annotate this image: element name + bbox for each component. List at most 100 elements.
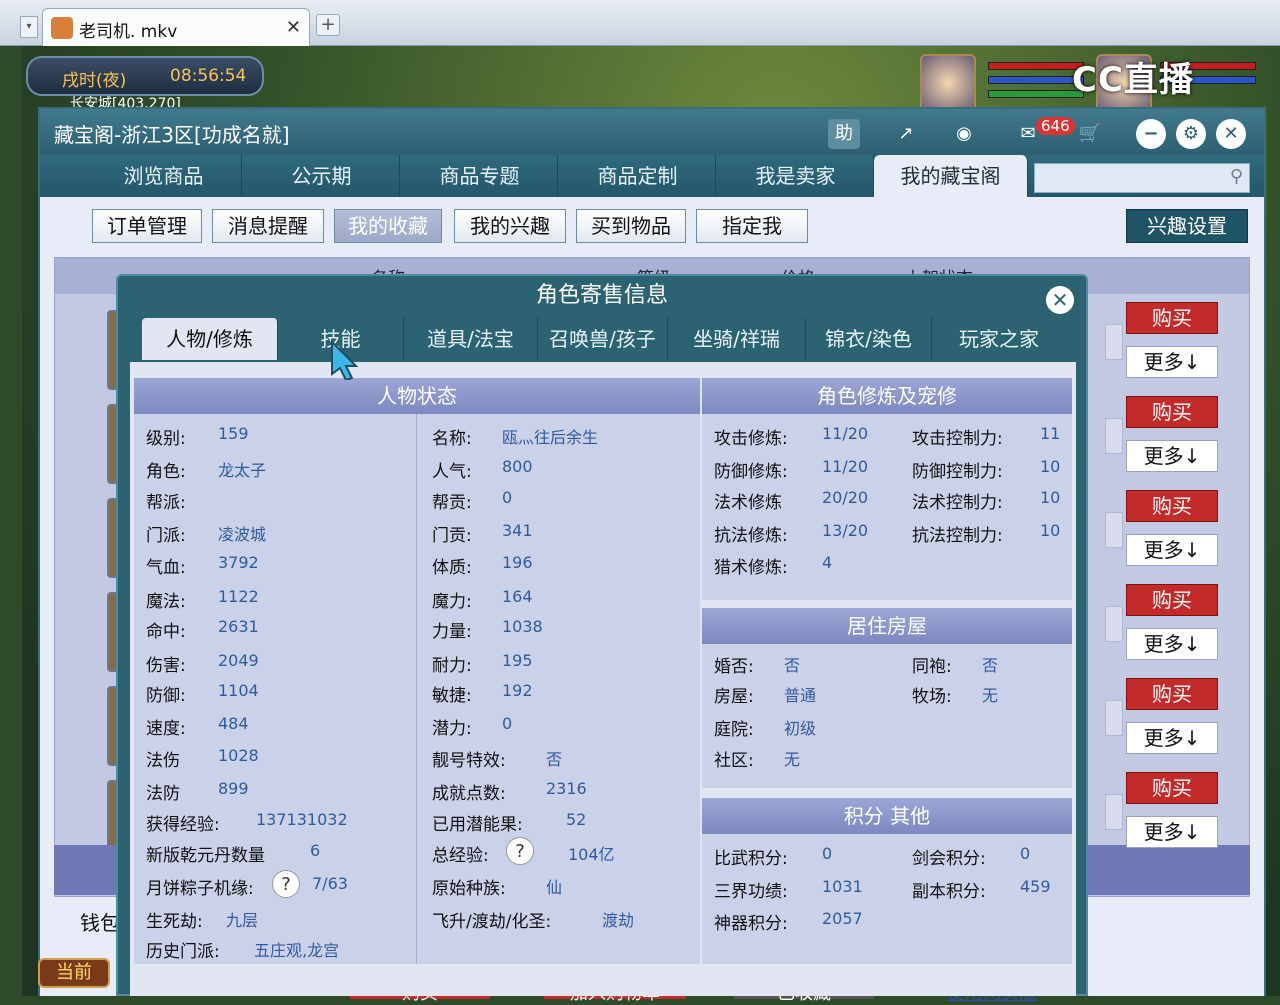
player-avatar[interactable] [920,54,976,112]
bottom-hud: 当前 [22,946,118,996]
game-clock: 戌时(夜) 08:56:54 [26,56,264,96]
dialog-close-icon[interactable]: ✕ [1046,286,1074,314]
dungeon-points-value: 459 [1020,877,1051,896]
sworn-value: 否 [982,656,999,675]
my-interests-button[interactable]: 我的兴趣 [454,209,566,243]
tab-summons[interactable]: 召唤兽/孩子 [538,318,668,360]
house-header: 居住房屋 [702,608,1072,644]
sect-contrib-label: 门贡: [432,526,472,546]
race-label: 原始种族: [432,879,506,899]
agility-label: 敏捷: [432,686,472,706]
new-tab-button[interactable]: + [316,14,340,36]
cart-icon[interactable]: 🛒 [1074,119,1106,149]
dialog-title: 角色寄售信息 [535,283,668,308]
tab-character[interactable]: 人物/修炼 [142,318,278,360]
current-channel-button[interactable]: 当前 [38,958,110,988]
potential-fruit-value: 52 [566,810,587,829]
search-input[interactable]: ⚲ [1034,163,1250,193]
tab-topics[interactable]: 商品专题 [402,155,558,197]
settings-gear-icon[interactable]: ⚙ [1176,119,1206,149]
order-management-button[interactable]: 订单管理 [92,209,202,243]
notifications-button[interactable]: 消息提醒 [212,209,324,243]
achievement-value: 2316 [546,779,587,798]
character-status-header: 人物状态 [134,378,700,414]
attack-cult-label: 攻击修炼: [714,429,788,449]
dialog-tabs: 人物/修炼 技能 道具/法宝 召唤兽/孩子 坐骑/祥瑞 锦衣/染色 玩家之家 [118,316,1086,362]
guild-contrib-label: 帮贡: [432,493,472,513]
arena-points-value: 0 [822,844,833,863]
artifact-points-value: 2057 [822,909,863,928]
row-tag [1105,606,1123,642]
attack-control-label: 攻击控制力: [912,429,1003,449]
defense-control-label: 防御控制力: [912,462,1003,482]
more-button[interactable]: 更多↓ [1126,534,1218,566]
defense-cult-label: 防御修炼: [714,462,788,482]
tab-my-pavilion[interactable]: 我的藏宝阁 [874,155,1028,197]
tab-outfits[interactable]: 锦衣/染色 [806,318,932,360]
more-button[interactable]: 更多↓ [1126,440,1218,472]
name-label: 名称: [432,429,472,449]
points-panel: 积分 其他 比武积分: 0 剑会积分: 0 三界功绩: 1031 副本积分: 459 神器积… [702,798,1072,964]
time-value: 08:56:54 [170,66,247,86]
attack-control-value: 11 [1040,424,1061,443]
tab-list-arrow-icon[interactable]: ▾ [20,16,38,38]
endurance-label: 耐力: [432,656,472,676]
potential-fruit-label: 已用潜能果: [432,815,523,835]
wallet-label: 钱包 [80,911,120,935]
time-period: 戌时(夜) [62,71,127,91]
race-value: 仙 [546,878,563,897]
tab-public[interactable]: 公示期 [244,155,400,197]
more-button[interactable]: 更多↓ [1126,816,1218,848]
tab-items[interactable]: 道具/法宝 [404,318,538,360]
married-label: 婚否: [714,657,754,677]
purchased-items-button[interactable]: 买到物品 [576,209,686,243]
hp-bar [988,62,1084,70]
guild-contrib-value: 0 [502,488,513,507]
tab-favicon-icon [51,17,73,39]
buy-button[interactable]: 购买 [1126,772,1218,804]
dialog-body: 人物状态 级别: 159 角色: 龙太子 帮派: 门派: 凌波城 气血: 3792 魔法… [130,362,1076,996]
sworn-label: 同袍: [912,657,952,677]
help-icon[interactable]: 助 [828,119,860,149]
magic-power-value: 164 [502,587,533,606]
my-favorites-button[interactable]: 我的收藏 [334,209,442,243]
house-panel: 居住房屋 婚否: 否 同袍: 否 房屋: 普通 牧场: 无 庭院: 初级 社区: 无 [702,608,1072,788]
defense-control-value: 10 [1040,457,1061,476]
buy-button[interactable]: 购买 [1126,584,1218,616]
hunt-cult-value: 4 [822,553,833,572]
courtyard-value: 初级 [784,719,817,738]
tab-browse[interactable]: 浏览商品 [86,155,242,197]
interest-settings-button[interactable]: 兴趣设置 [1126,209,1248,243]
tab-seller[interactable]: 我是卖家 [718,155,874,197]
tab-close-icon[interactable]: ✕ [286,17,301,38]
help-question-icon[interactable]: ? [506,837,534,865]
search-icon[interactable]: ⚲ [1230,166,1243,187]
record-icon[interactable]: ◉ [948,119,980,149]
buy-button[interactable]: 购买 [1126,396,1218,428]
tab-custom[interactable]: 商品定制 [560,155,716,197]
share-icon[interactable]: ↗ [890,119,922,149]
main-tabs: 浏览商品 公示期 商品专题 商品定制 我是卖家 我的藏宝阁 ⚲ [40,155,1264,197]
buy-button[interactable]: 购买 [1126,678,1218,710]
browser-tab[interactable]: 老司机. mkv ✕ [42,8,310,46]
more-button[interactable]: 更多↓ [1126,346,1218,378]
more-button[interactable]: 更多↓ [1126,628,1218,660]
designated-me-button[interactable]: 指定我 [696,209,808,243]
mouse-cursor-icon [331,340,359,380]
close-window-icon[interactable]: ✕ [1216,119,1246,149]
attack-cult-value: 11/20 [822,424,869,443]
more-button[interactable]: 更多↓ [1126,722,1218,754]
endurance-value: 195 [502,651,533,670]
artifact-points-label: 神器积分: [714,914,788,934]
agility-value: 192 [502,681,533,700]
defense-cult-value: 11/20 [822,457,869,476]
minimize-icon[interactable]: − [1136,119,1166,149]
buy-button[interactable]: 购买 [1126,490,1218,522]
sub-tabs: 订单管理 消息提醒 我的收藏 我的兴趣 买到物品 指定我 兴趣设置 [40,197,1264,253]
popularity-value: 800 [502,457,533,476]
stream-logo: CC直播 [1072,60,1194,100]
tab-mounts[interactable]: 坐骑/祥瑞 [668,318,806,360]
buy-button[interactable]: 购买 [1126,302,1218,334]
role-consignment-dialog: 角色寄售信息 ✕ 人物/修炼 技能 道具/法宝 召唤兽/孩子 坐骑/祥瑞 锦衣/… [116,274,1088,996]
tab-home[interactable]: 玩家之家 [932,318,1066,360]
